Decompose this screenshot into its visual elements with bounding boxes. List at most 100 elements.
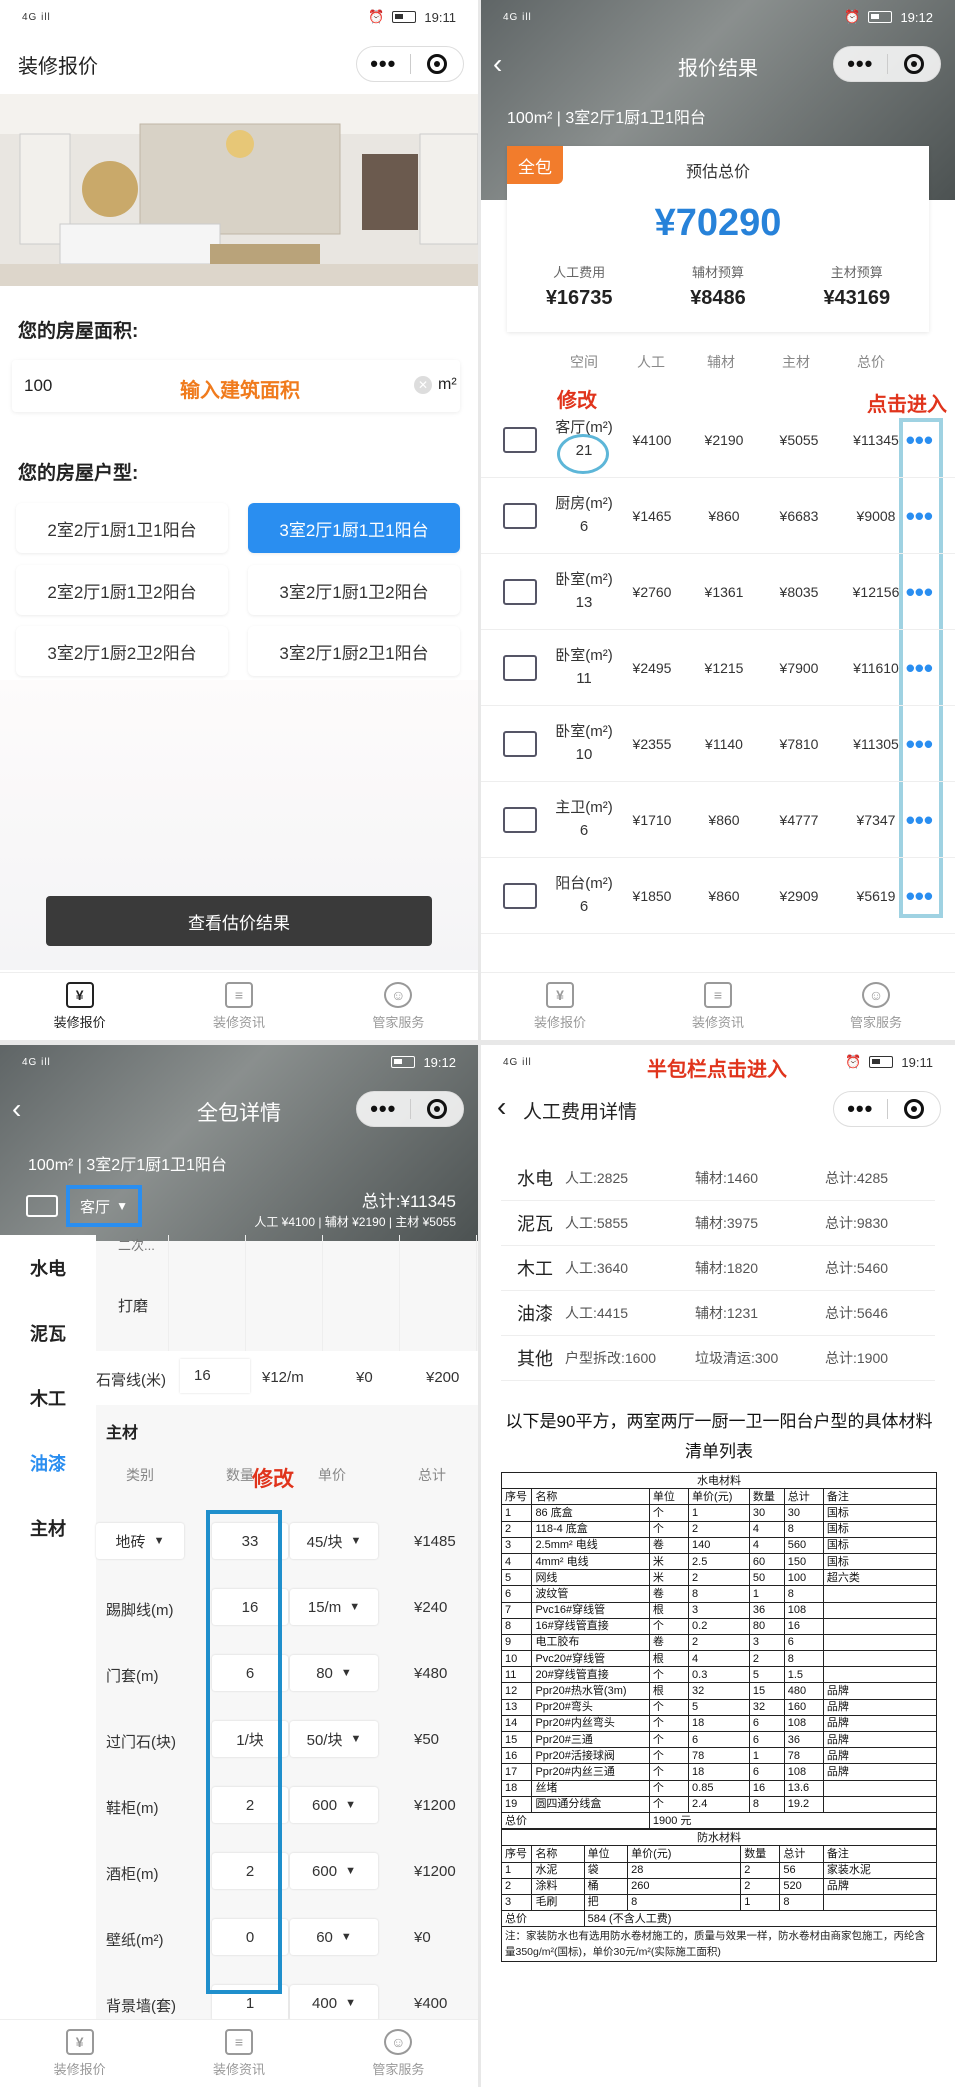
room-row[interactable]: 卧室(m²) 11 ¥2495 ¥1215 ¥7900 ¥11610 ••• bbox=[481, 630, 955, 706]
more-icon[interactable]: ••• bbox=[906, 503, 933, 529]
price-value: 600 bbox=[312, 1796, 338, 1814]
tab-quote[interactable]: ¥ 装修报价 bbox=[481, 973, 639, 1040]
tab-quote[interactable]: ¥ 装修报价 bbox=[0, 2020, 159, 2087]
more-icon[interactable]: ••• bbox=[906, 427, 933, 453]
more-icon[interactable]: ••• bbox=[906, 731, 933, 757]
room-area[interactable]: 21 bbox=[576, 442, 593, 459]
room-aux: ¥1215 bbox=[704, 659, 744, 676]
room-main: ¥4777 bbox=[779, 811, 819, 828]
material-select[interactable]: 地砖 ▼ bbox=[96, 1523, 184, 1559]
more-icon[interactable]: ••• bbox=[357, 53, 410, 75]
menu-masonry[interactable]: 泥瓦 bbox=[0, 1300, 96, 1365]
more-icon[interactable]: ••• bbox=[357, 1098, 410, 1120]
material-name: 过门石(块) bbox=[106, 1734, 176, 1751]
tab-news[interactable]: ≡ 装修资讯 bbox=[159, 973, 318, 1040]
menu-main-material[interactable]: 主材 bbox=[0, 1495, 96, 1560]
table-cell: 根 bbox=[648, 1650, 690, 1668]
more-icon[interactable]: ••• bbox=[834, 1098, 887, 1120]
view-result-button[interactable]: 查看估价结果 bbox=[46, 896, 432, 946]
page-title: 人工费用详情 bbox=[523, 1102, 638, 1123]
room-row[interactable]: 客厅(m²) 21 ¥4100 ¥2190 ¥5055 ¥11345 ••• bbox=[481, 402, 955, 478]
layout-option-1[interactable]: 2室2厅1厨1卫1阳台 bbox=[16, 503, 228, 553]
gypsum-qty-input[interactable]: 16 bbox=[180, 1359, 250, 1393]
table-cell: 9 bbox=[500, 1633, 533, 1652]
room-area[interactable]: 6 bbox=[580, 822, 588, 839]
room-area[interactable]: 6 bbox=[580, 518, 588, 535]
price-select[interactable]: 600 ▼ bbox=[290, 1853, 378, 1889]
clear-icon[interactable]: ✕ bbox=[414, 376, 432, 394]
room-area[interactable]: 13 bbox=[576, 594, 593, 611]
room-area[interactable]: 10 bbox=[576, 746, 593, 763]
price-select[interactable]: 45/块 ▼ bbox=[290, 1523, 378, 1559]
room-breakdown: 人工 ¥4100 | 辅材 ¥2190 | 主材 ¥5055 bbox=[254, 1215, 456, 1229]
mini-program-capsule: ••• bbox=[833, 1091, 941, 1127]
more-icon[interactable]: ••• bbox=[906, 579, 933, 605]
price-select[interactable]: 15/m ▼ bbox=[290, 1589, 378, 1625]
cost-breakdown: 人工费用 ¥16735 辅材预算 ¥8486 主材预算 ¥43169 bbox=[507, 262, 929, 310]
room-area[interactable]: 6 bbox=[580, 898, 588, 915]
table-row: 10 Pvc20#穿线管根 4 2 8 bbox=[500, 1650, 938, 1668]
estimate-total: ¥70290 bbox=[654, 202, 782, 244]
news-icon: ≡ bbox=[224, 982, 253, 1008]
room-icon bbox=[503, 426, 537, 453]
total-label: 总价 bbox=[501, 1811, 650, 1830]
table-cell: 16 bbox=[748, 1779, 785, 1797]
price-select[interactable]: 60 ▼ bbox=[290, 1919, 378, 1955]
table-cell bbox=[822, 1893, 938, 1912]
menu-plumbing[interactable]: 水电 bbox=[0, 1235, 96, 1300]
table-cell: 品牌 bbox=[822, 1763, 938, 1781]
room-aux: ¥860 bbox=[708, 811, 740, 828]
room-area[interactable]: 11 bbox=[576, 670, 592, 687]
price-select[interactable]: 80 ▼ bbox=[290, 1655, 378, 1691]
table-head-cell: 单价(元) bbox=[688, 1488, 750, 1506]
room-selector[interactable]: 客厅 ▼ bbox=[66, 1185, 142, 1227]
layout-option-5[interactable]: 3室2厅1厨2卫2阳台 bbox=[16, 626, 228, 676]
table-cell: 16 bbox=[500, 1747, 533, 1765]
layout-option-3[interactable]: 2室2厅1厨1卫2阳台 bbox=[16, 565, 228, 615]
close-target-icon[interactable] bbox=[888, 54, 941, 74]
close-target-icon[interactable] bbox=[888, 1099, 941, 1119]
material-row: 酒柜(m) 2 600 ▼ ¥1200 bbox=[96, 1839, 478, 1905]
close-target-icon[interactable] bbox=[411, 54, 464, 74]
mini-program-capsule: ••• bbox=[356, 46, 464, 82]
tab-news[interactable]: ≡ 装修资讯 bbox=[159, 2020, 318, 2087]
room-row[interactable]: 厨房(m²) 6 ¥1465 ¥860 ¥6683 ¥9008 ••• bbox=[481, 478, 955, 554]
labor-c: 总计:4285 bbox=[825, 1169, 889, 1186]
more-icon[interactable]: ••• bbox=[906, 883, 933, 909]
table-head-cell: 单位 bbox=[583, 1845, 629, 1863]
table-cell: 160 bbox=[783, 1698, 824, 1716]
labor-row: 水电 人工:2825 辅材:1460 总计:4285 bbox=[501, 1155, 935, 1201]
dropdown-icon: ▼ bbox=[340, 1667, 352, 1679]
tab-service[interactable]: ☺ 管家服务 bbox=[319, 2020, 478, 2087]
material-total: ¥480 bbox=[414, 1665, 448, 1682]
price-select[interactable]: 50/块 ▼ bbox=[290, 1721, 378, 1757]
room-row[interactable]: 卧室(m²) 13 ¥2760 ¥1361 ¥8035 ¥12156 ••• bbox=[481, 554, 955, 630]
room-row[interactable]: 阳台(m²) 6 ¥1850 ¥860 ¥2909 ¥5619 ••• bbox=[481, 858, 955, 934]
more-icon[interactable]: ••• bbox=[906, 655, 933, 681]
more-icon[interactable]: ••• bbox=[834, 53, 887, 75]
tab-service[interactable]: ☺ 管家服务 bbox=[797, 973, 955, 1040]
price-select[interactable]: 600 ▼ bbox=[290, 1787, 378, 1823]
tab-quote[interactable]: ¥ 装修报价 bbox=[0, 973, 159, 1040]
back-icon[interactable]: ‹ bbox=[497, 1091, 506, 1123]
room-main: ¥5055 bbox=[779, 431, 819, 448]
cost-label: 人工费用 bbox=[553, 265, 606, 280]
cost-label: 主材预算 bbox=[830, 265, 883, 280]
menu-painting[interactable]: 油漆 bbox=[0, 1430, 96, 1495]
table-cell: 卷 bbox=[648, 1585, 690, 1603]
more-icon[interactable]: ••• bbox=[906, 807, 933, 833]
room-row[interactable]: 主卫(m²) 6 ¥1710 ¥860 ¥4777 ¥7347 ••• bbox=[481, 782, 955, 858]
area-input[interactable]: 100 输入建筑面积 ✕ m² bbox=[12, 360, 460, 412]
clock: 19:12 bbox=[423, 1054, 456, 1070]
tab-service[interactable]: ☺ 管家服务 bbox=[319, 973, 478, 1040]
tab-news[interactable]: ≡ 装修资讯 bbox=[639, 973, 797, 1040]
layout-option-2[interactable]: 3室2厅1厨1卫1阳台 bbox=[248, 503, 460, 553]
price-select[interactable]: 400 ▼ bbox=[290, 1985, 378, 2021]
layout-option-6[interactable]: 3室2厅1厨2卫1阳台 bbox=[248, 626, 460, 676]
room-row[interactable]: 卧室(m²) 10 ¥2355 ¥1140 ¥7810 ¥11305 ••• bbox=[481, 706, 955, 782]
close-target-icon[interactable] bbox=[411, 1099, 464, 1119]
table-cell: 桶 bbox=[583, 1877, 629, 1895]
menu-carpentry[interactable]: 木工 bbox=[0, 1365, 96, 1430]
layout-option-4[interactable]: 3室2厅1厨1卫2阳台 bbox=[248, 565, 460, 615]
table-row: 6 波纹管卷 8 1 8 bbox=[500, 1585, 938, 1603]
